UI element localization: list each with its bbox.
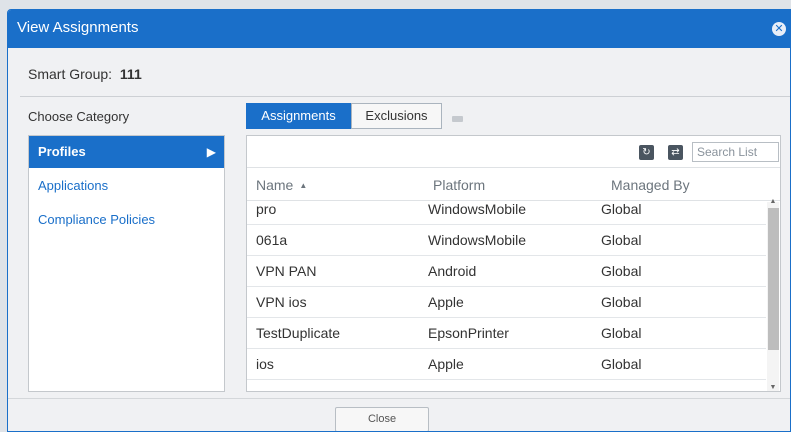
tab-handle-icon[interactable]	[452, 116, 463, 122]
cell-managed-by: Global	[601, 356, 642, 372]
cell-managed-by: Global	[601, 202, 642, 217]
sort-ascending-icon: ▲	[299, 181, 308, 190]
category-item-label: Applications	[38, 178, 109, 193]
cell-platform: WindowsMobile	[428, 202, 527, 217]
list-toolbar: ↻ ⇄	[247, 136, 780, 168]
arrow-right-icon: ▶	[206, 145, 216, 159]
smart-group: Smart Group: 111	[28, 66, 142, 82]
column-header-managed-by[interactable]: Managed By	[611, 177, 690, 193]
cell-name: TestDuplicate	[256, 325, 341, 341]
category-list: Profiles ▶ Applications Compliance Polic…	[28, 135, 225, 392]
scroll-up-icon[interactable]: ▲	[767, 198, 779, 205]
divider	[20, 96, 790, 97]
column-header-name[interactable]: Name ▲	[256, 177, 307, 193]
table-body: pro WindowsMobile Global 061a WindowsMob…	[247, 202, 766, 391]
scroll-down-icon[interactable]: ▼	[767, 384, 779, 391]
cell-platform: EpsonPrinter	[428, 325, 509, 341]
cell-platform: WindowsMobile	[428, 232, 527, 248]
category-item-profiles[interactable]: Profiles ▶	[29, 136, 224, 168]
refresh-icon[interactable]: ↻	[639, 145, 654, 160]
cell-name: ios	[256, 356, 274, 372]
cell-managed-by: Global	[601, 263, 642, 279]
smart-group-value: 111	[119, 66, 142, 82]
category-item-label: Profiles	[38, 144, 86, 159]
cell-platform: Apple	[428, 294, 464, 310]
cell-managed-by: Global	[601, 325, 642, 341]
dialog-titlebar: View Assignments ✕	[8, 10, 790, 48]
table-row[interactable]: VPN PAN Android Global	[247, 256, 766, 287]
table-header: Name ▲ Platform Managed By	[247, 169, 780, 201]
dialog-title: View Assignments	[17, 19, 139, 36]
table-scrollbar[interactable]: ▲ ▼	[767, 198, 779, 391]
cell-platform: Android	[428, 263, 477, 279]
cell-name: VPN PAN	[256, 263, 317, 279]
table-row[interactable]: pro WindowsMobile Global	[247, 202, 766, 225]
cell-managed-by: Global	[601, 294, 642, 310]
cell-name: pro	[256, 202, 277, 217]
search-input[interactable]	[692, 142, 779, 162]
close-icon[interactable]: ✕	[772, 22, 786, 36]
cell-managed-by: Global	[601, 232, 642, 248]
tab-exclusions[interactable]: Exclusions	[351, 103, 442, 129]
export-icon[interactable]: ⇄	[668, 145, 683, 160]
table-row[interactable]: TestDuplicate EpsonPrinter Global	[247, 318, 766, 349]
category-item-label: Compliance Policies	[38, 212, 156, 227]
cell-name: 061a	[256, 232, 288, 248]
close-button[interactable]: Close	[335, 407, 429, 431]
tab-assignments[interactable]: Assignments	[246, 103, 351, 129]
column-header-platform[interactable]: Platform	[433, 177, 485, 193]
cell-name: VPN ios	[256, 294, 307, 310]
category-item-compliance-policies[interactable]: Compliance Policies	[29, 204, 224, 236]
cell-platform: Apple	[428, 356, 464, 372]
table-row[interactable]: ios Apple Global	[247, 349, 766, 380]
view-assignments-dialog: View Assignments ✕ Smart Group: 111 Choo…	[7, 9, 791, 432]
category-item-applications[interactable]: Applications	[29, 170, 224, 202]
assignments-panel: ↻ ⇄ Name ▲ Platform Managed By pro Window…	[246, 135, 781, 392]
choose-category-heading: Choose Category	[28, 109, 130, 124]
scrollbar-thumb[interactable]	[768, 208, 779, 350]
table-row[interactable]: 061a WindowsMobile Global	[247, 225, 766, 256]
column-header-label: Name	[256, 177, 294, 193]
smart-group-label: Smart Group:	[28, 66, 113, 82]
footer-divider	[8, 398, 790, 399]
table-row[interactable]: VPN ios Apple Global	[247, 287, 766, 318]
